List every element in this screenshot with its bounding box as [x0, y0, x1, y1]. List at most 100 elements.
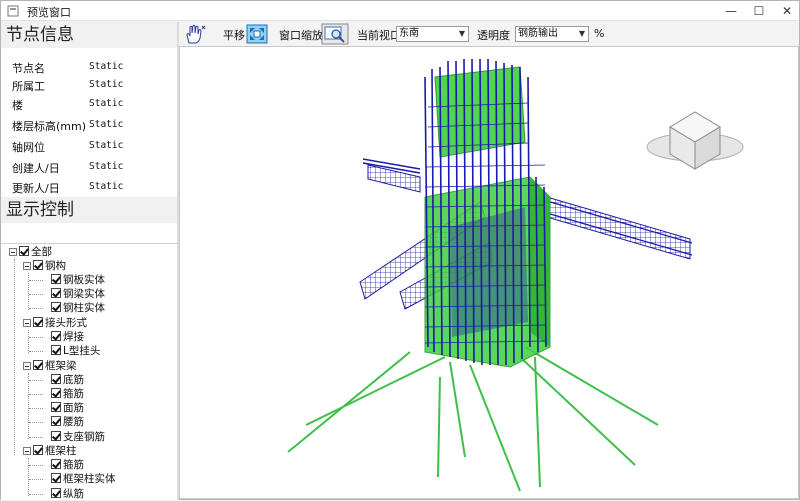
tree-item-label: 全部 [31, 246, 52, 258]
tree-item-l-hook[interactable]: L型挂头 [51, 344, 100, 358]
tree-item-steel[interactable]: 钢构 [23, 259, 66, 273]
title-bar[interactable]: 预览窗口 — ☐ ✕ [1, 1, 799, 21]
tree-item-support-rebar[interactable]: 支座钢筋 [51, 430, 105, 444]
close-icon: ✕ [781, 4, 793, 18]
steel-column-solid [424, 66, 551, 368]
pan-label[interactable]: 平移 [223, 27, 245, 43]
maximize-button[interactable]: ☐ [745, 1, 773, 21]
tree-item-label: 框架梁 [45, 360, 77, 372]
prop-label: 轴网位 [12, 141, 45, 154]
current-view-select[interactable]: 东南 ▼ [396, 26, 469, 42]
tree-item-frame-column[interactable]: 框架柱 [23, 444, 77, 458]
checkbox-checked-icon[interactable] [51, 274, 61, 284]
prop-label: 更新人/日 [12, 182, 60, 195]
prop-value: Static [89, 98, 124, 109]
close-button[interactable]: ✕ [773, 1, 800, 21]
tree-item-steel-beam[interactable]: 钢梁实体 [51, 287, 105, 301]
tree-item-column-stirrup[interactable]: 箍筋 [51, 458, 84, 472]
collapse-icon[interactable] [23, 319, 31, 327]
tree-item-joint-type[interactable]: 接头形式 [23, 316, 87, 330]
prop-value: Static [89, 181, 124, 192]
tree-item-column-solid[interactable]: 框架柱实体 [51, 472, 116, 486]
prop-value: Static [89, 79, 124, 90]
current-view-value: 东南 [399, 28, 419, 39]
collapse-icon[interactable] [9, 248, 17, 256]
minimize-icon: — [725, 4, 737, 18]
tree-item-label: 底筋 [63, 374, 84, 386]
left-panel: 节点信息 节点名 Static 所属工 Static 楼 Static 楼层标高… [1, 22, 177, 500]
tree-item-weld[interactable]: 焊接 [51, 330, 84, 344]
3d-model-render [287, 58, 744, 492]
checkbox-checked-icon[interactable] [19, 246, 29, 256]
preview-window: 预览窗口 — ☐ ✕ 平移 窗口缩放 当前视口 东南 ▼ 透明度 钢筋输出 ▼ … [0, 0, 800, 500]
prop-value: Static [89, 161, 124, 172]
support-piles [287, 346, 659, 492]
tree-item-label: 支座钢筋 [63, 431, 105, 443]
tree-item-frame-beam[interactable]: 框架梁 [23, 359, 77, 373]
prop-value: Static [89, 119, 124, 130]
tree-item-label: 箍筋 [63, 459, 84, 471]
checkbox-checked-icon[interactable] [51, 331, 61, 341]
checkbox-checked-icon[interactable] [51, 288, 61, 298]
checkbox-checked-icon[interactable] [51, 374, 61, 384]
tree-item-label: 纵筋 [63, 488, 84, 500]
node-info-heading: 节点信息 [1, 22, 177, 48]
checkbox-checked-icon[interactable] [51, 431, 61, 441]
view-cube-icon[interactable] [646, 111, 744, 170]
3d-viewport[interactable] [179, 46, 799, 499]
toolbar: 平移 窗口缩放 当前视口 东南 ▼ 透明度 钢筋输出 ▼ % [179, 22, 799, 46]
opacity-select[interactable]: 钢筋输出 ▼ [515, 26, 589, 42]
checkbox-checked-icon[interactable] [33, 317, 43, 327]
checkbox-checked-icon[interactable] [51, 416, 61, 426]
prop-label: 创建人/日 [12, 162, 60, 175]
chevron-down-icon: ▼ [458, 29, 465, 38]
current-view-label: 当前视口 [357, 29, 401, 42]
tree-item-longitudinal-rebar[interactable]: 纵筋 [51, 487, 84, 501]
maximize-icon: ☐ [753, 4, 765, 18]
checkbox-checked-icon[interactable] [33, 445, 43, 455]
right-beam-rebar [539, 194, 693, 260]
opacity-label: 透明度 [477, 29, 510, 42]
window-zoom-label[interactable]: 窗口缩放 [279, 27, 323, 43]
prop-label: 楼层标高(mm) [12, 120, 87, 133]
pan-hand-icon[interactable] [183, 23, 207, 45]
checkbox-checked-icon[interactable] [51, 302, 61, 312]
percent-label: % [594, 27, 605, 40]
tree-item-steel-plate[interactable]: 钢板实体 [51, 273, 105, 287]
tree-item-label: 箍筋 [63, 388, 84, 400]
prop-value: Static [89, 140, 124, 151]
collapse-icon[interactable] [23, 447, 31, 455]
tree-item-label: 框架柱 [45, 445, 77, 457]
tree-item-bottom-rebar[interactable]: 底筋 [51, 373, 84, 387]
tree-item-stirrup[interactable]: 箍筋 [51, 387, 84, 401]
tree-item-steel-column[interactable]: 钢柱实体 [51, 301, 105, 315]
checkbox-checked-icon[interactable] [51, 402, 61, 412]
checkbox-checked-icon[interactable] [51, 345, 61, 355]
tree-item-label: 面筋 [63, 402, 84, 414]
collapse-icon[interactable] [23, 262, 31, 270]
checkbox-checked-icon[interactable] [51, 459, 61, 469]
window-zoom-icon[interactable] [245, 23, 269, 45]
tree-item-label: 焊接 [63, 331, 84, 343]
window-zoom-magnifier-icon[interactable] [321, 23, 349, 45]
minimize-button[interactable]: — [717, 1, 745, 21]
collapse-icon[interactable] [23, 362, 31, 370]
tree-item-label: 接头形式 [45, 317, 87, 329]
display-control-heading: 显示控制 [1, 197, 177, 223]
tree-item-label: 钢梁实体 [63, 288, 105, 300]
prop-label: 节点名 [12, 62, 45, 75]
checkbox-checked-icon[interactable] [51, 473, 61, 483]
tree-item-label: 框架柱实体 [63, 473, 116, 485]
checkbox-checked-icon[interactable] [51, 488, 61, 498]
tree-item-top-rebar[interactable]: 面筋 [51, 401, 84, 415]
app-icon [7, 5, 19, 17]
checkbox-checked-icon[interactable] [33, 360, 43, 370]
checkbox-checked-icon[interactable] [33, 260, 43, 270]
checkbox-checked-icon[interactable] [51, 388, 61, 398]
display-tree: 全部 钢构 钢板实体 钢梁实体 钢柱实体 接头形式 焊接 L型挂头 框架梁 底筋… [1, 243, 177, 500]
tree-item-all[interactable]: 全部 [9, 245, 52, 259]
chevron-down-icon: ▼ [578, 29, 585, 38]
tree-item-label: 钢柱实体 [63, 302, 105, 314]
tree-item-side-rebar[interactable]: 腰筋 [51, 415, 84, 429]
window-title: 预览窗口 [27, 6, 71, 19]
